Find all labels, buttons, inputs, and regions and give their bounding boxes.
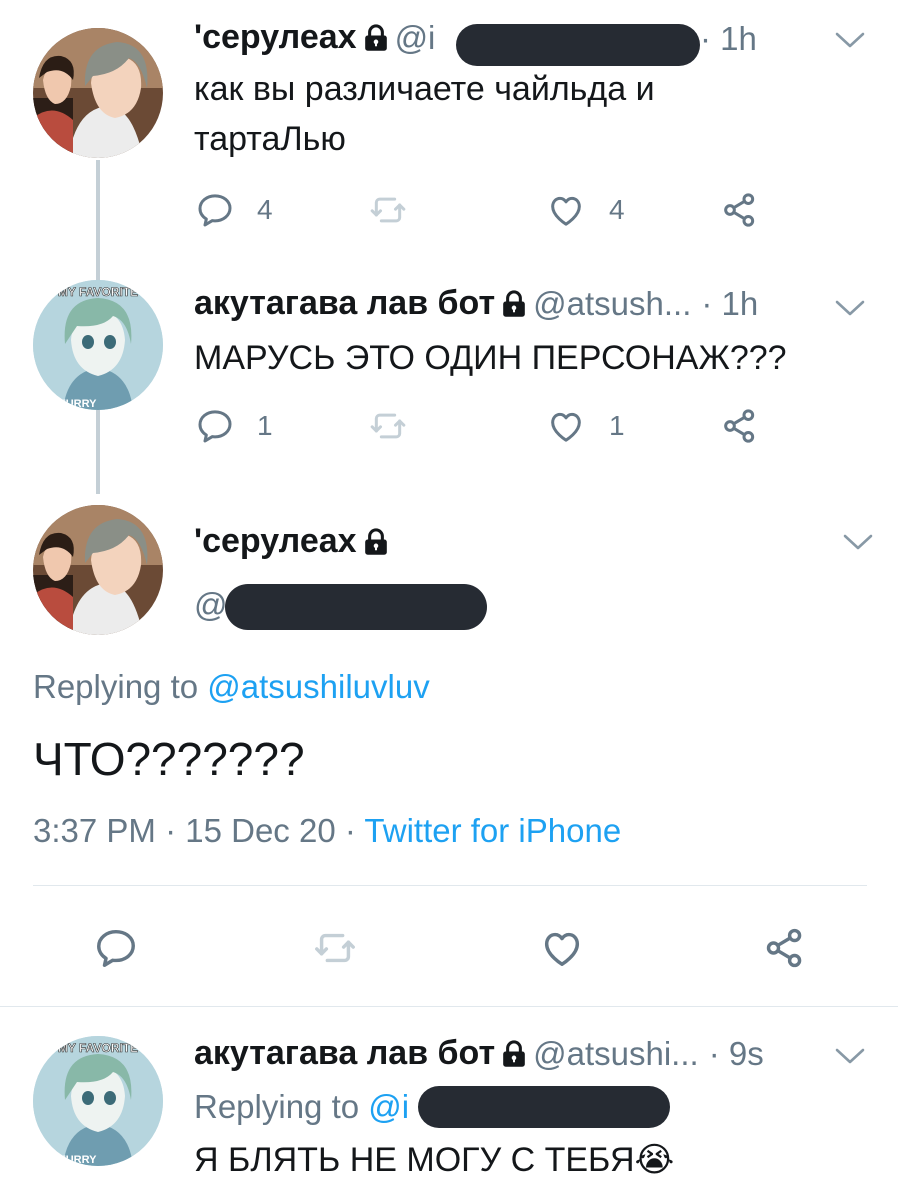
reply-button[interactable]: 1 xyxy=(195,406,273,446)
replying-to: Replying to @i xyxy=(194,1088,409,1126)
tweet-text: как вы различаете чайльда и тартаЛью xyxy=(194,64,655,164)
redaction-bar xyxy=(456,24,700,66)
avatar-caption: FURRY xyxy=(59,398,97,410)
handle[interactable]: @ xyxy=(194,586,228,624)
tweet-date: · 15 Dec 20 · xyxy=(165,812,356,849)
retweet-button[interactable] xyxy=(368,190,408,230)
chevron-down-icon[interactable] xyxy=(834,1046,866,1066)
redaction-bar xyxy=(418,1086,670,1128)
tweet-text-line: тартаЛью xyxy=(194,120,346,158)
display-name[interactable]: акутагава лав бот xyxy=(194,284,495,323)
retweet-icon xyxy=(368,190,408,230)
lock-icon xyxy=(501,290,527,318)
like-count: 1 xyxy=(609,410,625,441)
handle[interactable]: @i xyxy=(395,19,436,57)
reply-button[interactable] xyxy=(93,925,139,971)
timestamp[interactable]: · 1h xyxy=(700,20,757,58)
reply-count: 4 xyxy=(257,194,273,225)
lock-icon xyxy=(363,528,389,556)
tweet-text: ЧТО??????? xyxy=(33,733,305,785)
reply-button[interactable]: 4 xyxy=(195,190,273,230)
lock-icon xyxy=(501,1040,527,1068)
share-icon xyxy=(720,190,760,230)
lock-icon xyxy=(363,24,389,52)
thread-line xyxy=(96,410,100,494)
tweet-text-body: Я БЛЯТЬ НЕ МОГУ С ТЕБЯ xyxy=(194,1141,635,1179)
like-icon xyxy=(538,925,586,971)
divider xyxy=(33,885,867,886)
display-name[interactable]: 'серулеах xyxy=(194,18,357,57)
share-button[interactable] xyxy=(720,190,760,230)
retweet-icon xyxy=(312,925,358,971)
replying-label: Replying to xyxy=(194,1088,360,1125)
reply-icon xyxy=(93,925,139,971)
tweet-text-line: как вы различаете чайльда и xyxy=(194,70,655,108)
avatar[interactable]: FURRY xyxy=(33,1036,163,1166)
tweet-source-link[interactable]: Twitter for iPhone xyxy=(364,812,621,849)
display-name[interactable]: акутагава лав бот xyxy=(194,1034,495,1073)
like-button[interactable]: 4 xyxy=(545,190,625,230)
reply-icon xyxy=(195,190,235,230)
replying-to: Replying to @atsushiluvluv xyxy=(33,668,430,706)
divider xyxy=(0,1006,898,1007)
share-button[interactable] xyxy=(720,406,760,446)
reply-icon xyxy=(195,406,235,446)
thread-line xyxy=(96,160,100,284)
chevron-down-icon[interactable] xyxy=(842,532,874,552)
tweet-header: акутагава лав бот @atsush... · 1h xyxy=(194,284,758,323)
tweet-header: акутагава лав бот @atsushi... · 9s xyxy=(194,1034,764,1073)
redaction-bar xyxy=(225,584,487,630)
avatar[interactable] xyxy=(33,28,163,158)
tweet-header: 'серулеах @i xyxy=(194,18,435,57)
avatar[interactable]: FURRY xyxy=(33,280,163,410)
share-icon xyxy=(720,406,760,446)
like-button[interactable]: 1 xyxy=(545,406,625,446)
tweet-meta: 3:37 PM · 15 Dec 20 · Twitter for iPhone xyxy=(33,812,621,850)
avatar-caption: FURRY xyxy=(59,1154,97,1166)
like-count: 4 xyxy=(609,194,625,225)
handle[interactable]: @atsushi... xyxy=(533,1035,699,1073)
replying-mention-link[interactable]: @i xyxy=(368,1088,409,1125)
timestamp[interactable]: · 1h xyxy=(701,285,758,323)
handle[interactable]: @atsush... xyxy=(533,285,691,323)
retweet-button[interactable] xyxy=(368,406,408,446)
avatar[interactable] xyxy=(33,505,163,635)
replying-label: Replying to xyxy=(33,668,199,705)
tweet-text: МАРУСЬ ЭТО ОДИН ПЕРСОНАЖ??? xyxy=(194,339,787,377)
like-icon xyxy=(545,190,587,230)
replying-mention-link[interactable]: @atsushiluvluv xyxy=(207,668,429,705)
timestamp[interactable]: · 9s xyxy=(709,1035,764,1073)
retweet-button[interactable] xyxy=(312,925,358,971)
chevron-down-icon[interactable] xyxy=(834,30,866,50)
crying-emoji: 😭 xyxy=(634,1141,675,1179)
share-icon xyxy=(762,925,808,971)
display-name[interactable]: 'серулеах xyxy=(194,522,357,561)
retweet-icon xyxy=(368,406,408,446)
reply-count: 1 xyxy=(257,410,273,441)
like-icon xyxy=(545,406,587,446)
tweet-header: 'серулеах xyxy=(194,522,395,561)
tweet-text: Я БЛЯТЬ НЕ МОГУ С ТЕБЯ😭 xyxy=(194,1140,674,1180)
share-button[interactable] xyxy=(762,925,808,971)
tweet-time: 3:37 PM xyxy=(33,812,156,849)
chevron-down-icon[interactable] xyxy=(834,298,866,318)
like-button[interactable] xyxy=(538,925,586,971)
